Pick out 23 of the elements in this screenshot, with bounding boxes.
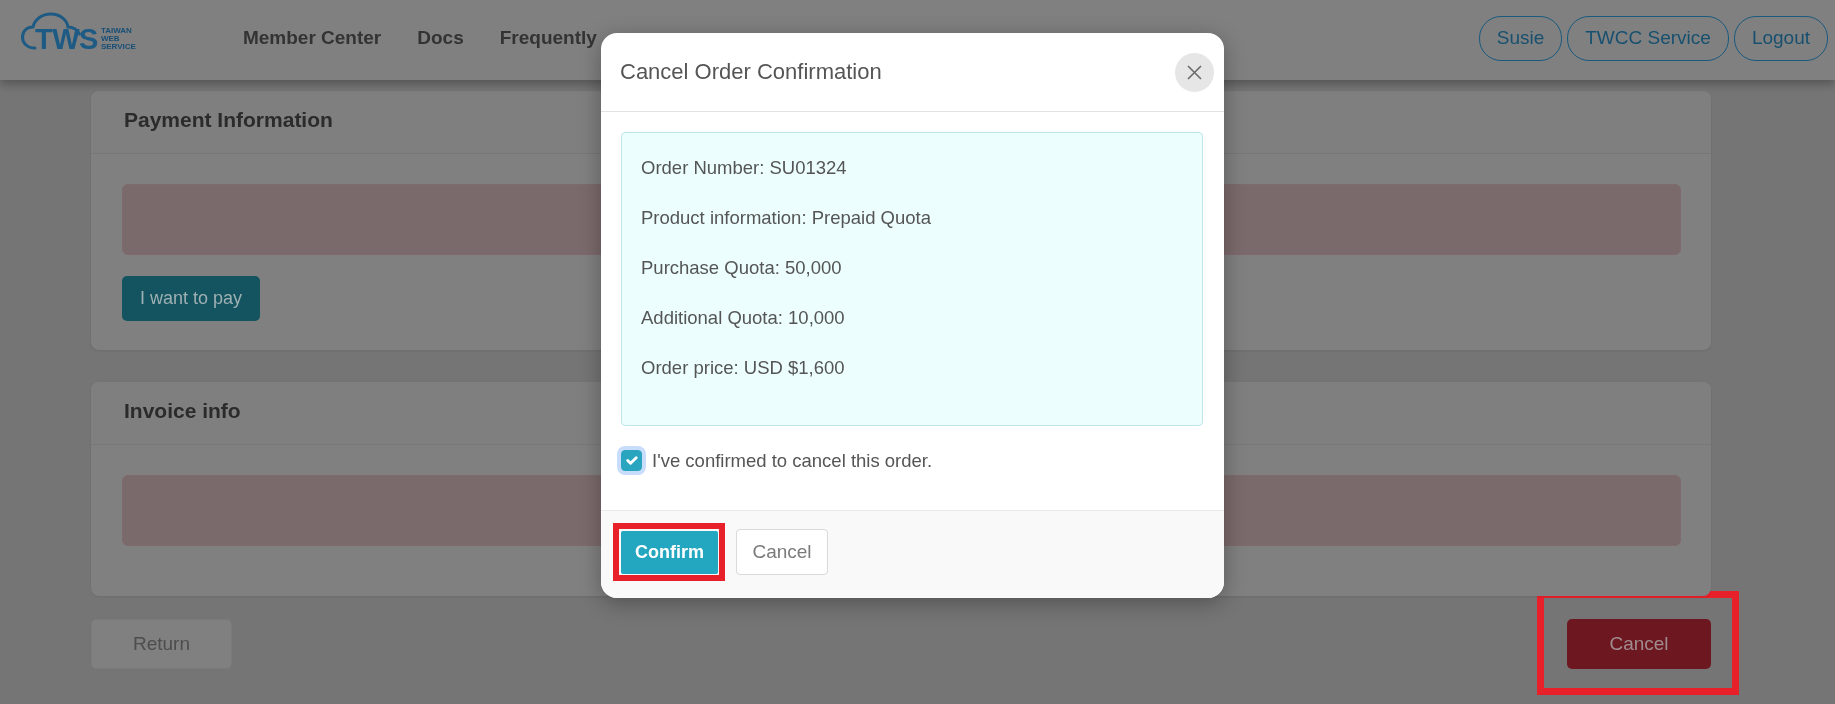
order-detail: Purchase Quota: 50,000: [641, 256, 843, 280]
cancel-button[interactable]: Cancel: [736, 528, 828, 575]
cancel-order-button[interactable]: Cancel: [1567, 619, 1711, 669]
close-icon: [1187, 64, 1202, 80]
order-detail: Order price: USD $1,600: [641, 356, 846, 380]
confirm-button[interactable]: Confirm: [621, 530, 718, 574]
pay-button[interactable]: I want to pay: [122, 276, 260, 321]
account-button[interactable]: Susie: [1478, 15, 1563, 61]
nav-link[interactable]: Docs: [417, 23, 464, 53]
checkbox-label[interactable]: I've confirmed to cancel this order.: [652, 447, 933, 475]
order-detail: Product information: Prepaid Quota: [641, 206, 932, 230]
close-button[interactable]: [1175, 52, 1214, 92]
account-button[interactable]: TWCC Service: [1567, 15, 1729, 61]
dialog-title: Cancel Order Confirmation: [620, 58, 882, 86]
nav-link[interactable]: Frequently: [499, 23, 597, 53]
logo-text: TWS: [35, 28, 98, 50]
order-detail: Additional Quota: 10,000: [641, 306, 846, 330]
logo-tagline: TAIWAN WEB SERVICE: [100, 27, 136, 51]
nav-link[interactable]: Member Center: [242, 23, 382, 53]
section-title: Invoice info: [124, 397, 241, 424]
section-title: Payment Information: [124, 106, 333, 133]
order-detail: Order Number: SU01324: [641, 156, 848, 180]
account-button[interactable]: Logout: [1733, 15, 1828, 61]
